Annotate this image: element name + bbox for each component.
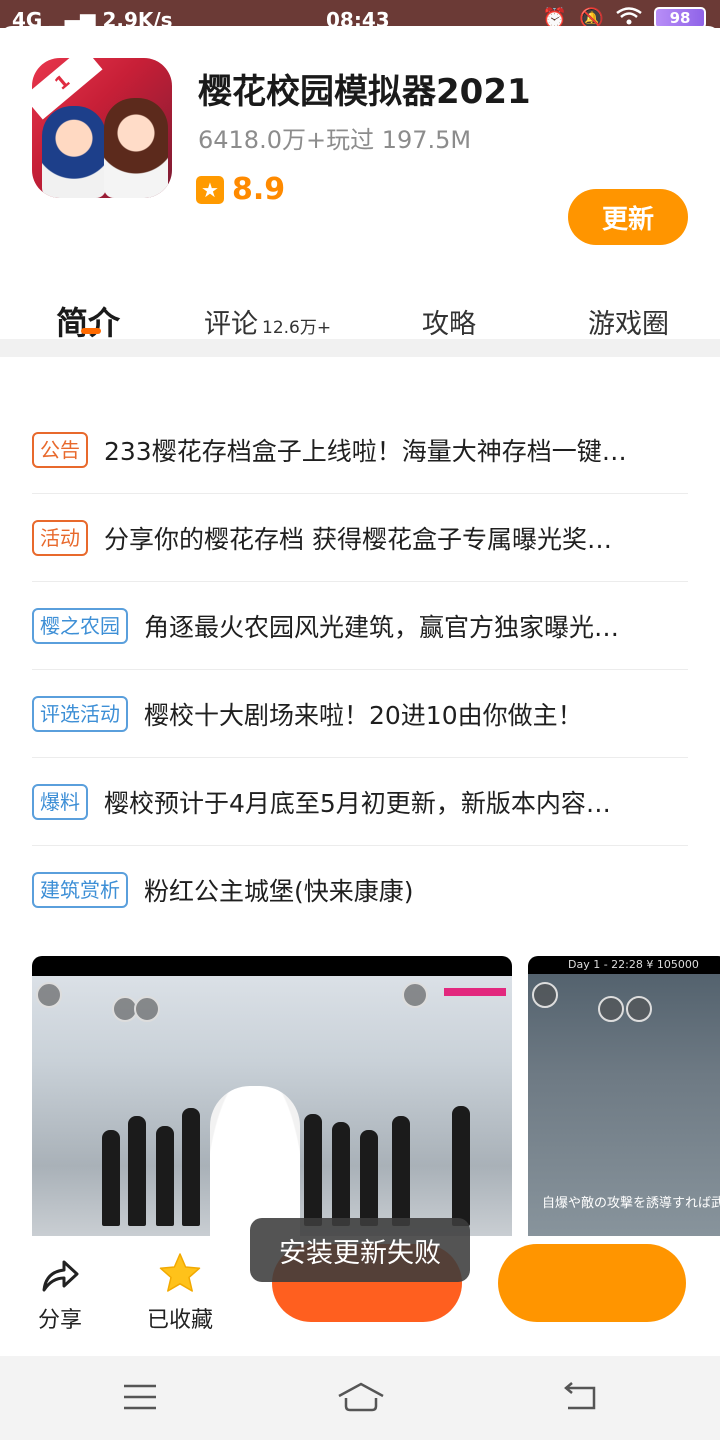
- settings-icon: [36, 982, 62, 1008]
- tab-comments-label: 评论: [204, 309, 258, 340]
- news-list: 公告 233樱花存档盒子上线啦！海量大神存档一键… 活动 分享你的樱花存档 获得…: [32, 406, 688, 934]
- list-item[interactable]: 公告 233樱花存档盒子上线啦！海量大神存档一键…: [32, 406, 688, 494]
- tab-comments-count: 12.6万+: [262, 318, 332, 338]
- network-speed: 2.9K/s: [102, 8, 173, 28]
- news-tag: 公告: [32, 431, 88, 468]
- update-button[interactable]: 更新: [568, 189, 688, 245]
- system-nav-bar: [0, 1356, 720, 1440]
- home-icon[interactable]: [336, 1380, 386, 1414]
- tab-intro-label: 简介: [56, 304, 121, 342]
- play-button[interactable]: [498, 1244, 686, 1322]
- mute-icon: 🔕: [579, 6, 604, 28]
- network-status: 4G ▂▄▆ 2.9K/s: [12, 8, 173, 28]
- character-figure: [156, 1126, 174, 1226]
- camera-icon: [402, 982, 428, 1008]
- character-figure: [452, 1106, 470, 1226]
- help-icon: [626, 996, 652, 1022]
- character-figure: [102, 1130, 120, 1226]
- clock: 08:43: [326, 8, 390, 28]
- list-item[interactable]: 活动 分享你的樱花存档 获得樱花盒子专属曝光奖…: [32, 494, 688, 582]
- menu-icon[interactable]: [120, 1380, 160, 1414]
- favorite-label: 已收藏: [146, 1308, 213, 1333]
- news-title: 角逐最火农园风光建筑，赢官方独家曝光…: [144, 612, 620, 642]
- character-blue-hair: [42, 106, 106, 198]
- app-title: 樱花校园模拟器2021: [198, 72, 531, 112]
- screenshot-caption: 自爆や敵の攻撃を誘導すれば武器: [542, 1196, 720, 1211]
- character-figure: [128, 1116, 146, 1226]
- news-title: 233樱花存档盒子上线啦！海量大神存档一键…: [104, 436, 627, 466]
- list-item[interactable]: 爆料 樱校预计于4月底至5月初更新，新版本内容…: [32, 758, 688, 846]
- news-title: 粉红公主城堡(快来康康): [144, 877, 414, 906]
- share-label: 分享: [37, 1308, 82, 1333]
- tab-guides-label: 攻略: [422, 309, 476, 340]
- share-icon: [20, 1244, 100, 1294]
- list-item[interactable]: 樱之农园 角逐最火农园风光建筑，赢官方独家曝光…: [32, 582, 688, 670]
- news-tag: 樱之农园: [32, 607, 128, 644]
- back-icon[interactable]: [560, 1380, 600, 1414]
- star-icon: [140, 1244, 220, 1294]
- tab-game-circle[interactable]: 游戏圈: [588, 302, 669, 341]
- section-divider: [0, 339, 720, 357]
- network-type: 4G: [12, 8, 43, 28]
- news-tag: 评选活动: [32, 695, 128, 732]
- battery-icon: 98: [654, 7, 706, 28]
- list-item[interactable]: 评选活动 樱校十大剧场来啦！20进10由你做主！: [32, 670, 688, 758]
- wifi-icon: [616, 6, 642, 28]
- game-hud-text: Day 1 - 22:28 ¥ 105000: [568, 958, 699, 971]
- character-figure: [304, 1114, 322, 1226]
- tab-comments[interactable]: 评论 12.6万+: [204, 302, 331, 341]
- character-figure: [332, 1122, 350, 1226]
- tab-game-circle-label: 游戏圈: [588, 309, 669, 340]
- alarm-icon: ⏰: [542, 6, 568, 28]
- news-tag: 建筑赏析: [32, 872, 128, 908]
- tab-active-indicator: [81, 328, 101, 334]
- status-bar: 4G ▂▄▆ 2.9K/s 08:43 ⏰ 🔕 98: [0, 0, 720, 28]
- character-brown-hair: [104, 98, 168, 198]
- app-rating: ★ 8.9: [196, 172, 285, 207]
- character-figure: [182, 1108, 200, 1226]
- tab-guides[interactable]: 攻略: [422, 302, 476, 341]
- help-icon: [134, 996, 160, 1022]
- game-screenshot[interactable]: Day 1 - 22:28 ¥ 105000 自爆や敵の攻撃を誘導すれば武器: [528, 956, 720, 1256]
- signal-icon: ▂▄▆: [49, 8, 96, 28]
- settings-icon: [532, 982, 558, 1008]
- status-icons: ⏰ 🔕 98: [542, 6, 706, 28]
- health-bar: [444, 988, 506, 996]
- news-title: 樱校预计于4月底至5月初更新，新版本内容…: [104, 788, 611, 818]
- screenshot-carousel[interactable]: Day 1 - 22:28 ¥ 105000 自爆や敵の攻撃を誘導すれば武器: [32, 956, 720, 1256]
- rating-value: 8.9: [232, 172, 286, 207]
- trophy-icon: [598, 996, 624, 1022]
- tab-intro[interactable]: 简介: [56, 298, 120, 344]
- app-icon: 1: [32, 58, 172, 198]
- character-figure: [392, 1116, 410, 1226]
- list-item[interactable]: 建筑赏析 粉红公主城堡(快来康康): [32, 846, 688, 934]
- character-figure: [360, 1130, 378, 1226]
- share-button[interactable]: 分享: [20, 1244, 100, 1334]
- game-screenshot[interactable]: [32, 956, 512, 1256]
- toast-message: 安装更新失败: [250, 1218, 470, 1282]
- news-title: 分享你的樱花存档 获得樱花盒子专属曝光奖…: [104, 524, 612, 554]
- rating-star-icon: ★: [196, 175, 224, 204]
- app-meta: 6418.0万+玩过 197.5M: [198, 126, 472, 154]
- favorite-button[interactable]: 已收藏: [140, 1244, 220, 1334]
- news-tag: 爆料: [32, 783, 88, 820]
- news-tag: 活动: [32, 519, 88, 556]
- news-title: 樱校十大剧场来啦！20进10由你做主！: [144, 700, 583, 730]
